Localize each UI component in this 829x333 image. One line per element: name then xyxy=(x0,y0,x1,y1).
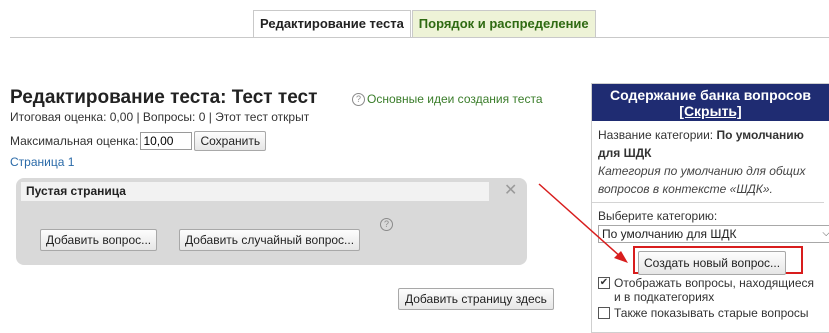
show-old-questions-checkbox[interactable] xyxy=(598,307,610,319)
question-bank-panel: Содержание банка вопросов [Скрыть] Назва… xyxy=(591,83,829,333)
hide-bank-link[interactable]: [Скрыть] xyxy=(679,103,741,119)
quiz-help-label: Основные идеи создания теста xyxy=(367,92,543,106)
category-info: Название категории: По умолчанию для ШДК xyxy=(598,126,824,162)
quiz-help-link[interactable]: ? Основные идеи создания теста xyxy=(352,92,543,106)
category-select-value: По умолчанию для ШДК xyxy=(602,227,737,241)
save-button[interactable]: Сохранить xyxy=(194,131,267,151)
max-grade-input[interactable] xyxy=(140,132,193,150)
add-question-button[interactable]: Добавить вопрос... xyxy=(40,229,158,251)
show-subcategories-label: Отображать вопросы, находящиеся и в подк… xyxy=(614,276,814,304)
add-page-here-button[interactable]: Добавить страницу здесь xyxy=(398,288,554,310)
show-subcategories-row: ✔ Отображать вопросы, находящиеся и в по… xyxy=(598,276,824,304)
choose-category-label: Выберите категорию: xyxy=(598,209,718,223)
add-random-question-button[interactable]: Добавить случайный вопрос... xyxy=(179,229,361,251)
close-icon[interactable]: ✕ xyxy=(504,183,517,199)
tab-edit-quiz[interactable]: Редактирование теста xyxy=(253,10,411,37)
show-subcategories-checkbox[interactable]: ✔ xyxy=(598,277,610,289)
max-grade-row: Максимальная оценка: Сохранить xyxy=(10,131,267,151)
show-old-questions-label: Также показывать старые вопросы xyxy=(614,306,809,320)
divider xyxy=(592,202,824,203)
page-title: Редактирование теста: Тест тест xyxy=(10,87,318,108)
show-old-questions-row: Также показывать старые вопросы xyxy=(598,306,824,320)
chevron-down-icon: ⌵ xyxy=(822,226,829,242)
tab-order-and-paging[interactable]: Порядок и распределение xyxy=(411,10,596,37)
category-description: Категория по умолчанию для общих вопросо… xyxy=(598,164,806,196)
question-circle-icon[interactable]: ? xyxy=(380,218,393,231)
highlight-box: Создать новый вопрос... xyxy=(633,246,803,275)
tabs-divider xyxy=(10,37,829,38)
category-label: Название категории: xyxy=(598,128,714,142)
quiz-section: Пустая страница ✕ ? Добавить вопрос... Д… xyxy=(16,178,527,265)
category-select[interactable]: По умолчанию для ШДК ⌵ xyxy=(598,225,829,243)
tab-bar: Редактирование теста Порядок и распредел… xyxy=(253,10,596,37)
quiz-info: Итоговая оценка: 0,00 | Вопросы: 0 | Это… xyxy=(10,110,310,124)
question-circle-icon: ? xyxy=(352,92,365,106)
create-new-question-button[interactable]: Создать новый вопрос... xyxy=(638,251,787,275)
question-bank-title: Содержание банка вопросов xyxy=(609,87,811,103)
question-bank-header: Содержание банка вопросов [Скрыть] xyxy=(592,84,829,121)
page-1-link[interactable]: Страница 1 xyxy=(10,155,74,169)
max-grade-label: Максимальная оценка: xyxy=(10,134,139,148)
section-title: Пустая страница xyxy=(21,182,489,201)
